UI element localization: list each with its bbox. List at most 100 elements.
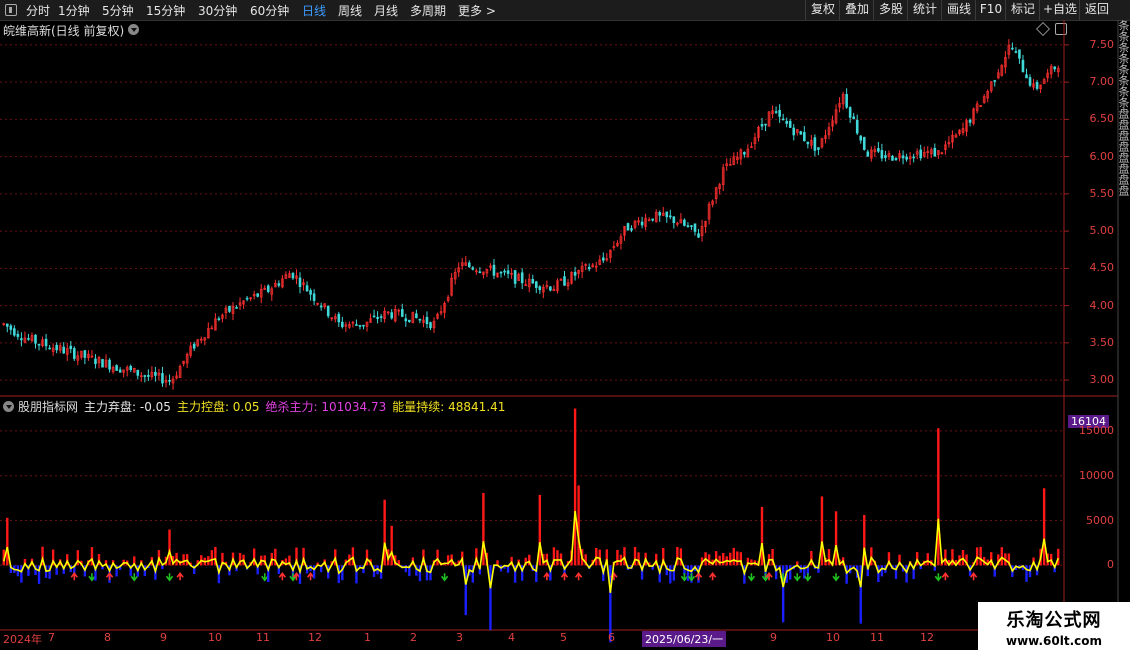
indicator-bar — [905, 565, 908, 583]
indicator-bar — [327, 565, 330, 579]
indicator-bar — [619, 554, 623, 566]
indicator-bar — [538, 494, 542, 566]
chart-title: 皖维高新(日线 前复权) — [3, 24, 125, 38]
candle-body — [108, 359, 111, 370]
candle-body — [577, 269, 580, 274]
candle-body — [76, 355, 80, 361]
indicator-bar — [30, 558, 34, 566]
sell-arrow-icon — [779, 573, 787, 582]
candle-body — [235, 307, 238, 309]
indicator-bar — [693, 565, 697, 572]
indicator-bar — [707, 554, 711, 566]
indicator-bar — [133, 556, 136, 566]
period-tab-9[interactable]: 多周期 — [410, 2, 446, 19]
chevron-down-icon[interactable] — [128, 24, 139, 35]
candle-body — [397, 309, 401, 312]
candle-body — [669, 215, 672, 218]
candle-body — [326, 305, 330, 317]
toolbar-button-4[interactable]: 画线 — [941, 0, 976, 20]
diamond-icon[interactable] — [1035, 21, 1051, 37]
candle-body — [20, 338, 23, 341]
indicator-bar — [792, 565, 795, 570]
candle-body — [848, 107, 852, 118]
candle-body — [679, 219, 683, 224]
side-info-strip: 条条条条条条条条盘盘盘盘盘盘盘盘 — [1118, 20, 1130, 196]
indicator-bar — [542, 553, 545, 566]
candle-body — [196, 339, 200, 347]
toolbar-button-0[interactable]: 复权 — [805, 0, 840, 20]
candle-body — [281, 278, 284, 288]
panel-toggle-icon[interactable] — [1055, 23, 1067, 35]
period-tab-1[interactable]: 1分钟 — [58, 2, 90, 19]
candle-body — [933, 147, 937, 157]
period-tab-6[interactable]: 日线 — [302, 2, 326, 19]
indicator-bar — [154, 565, 157, 580]
candle-body — [147, 375, 150, 377]
candle-body — [122, 369, 125, 373]
toolbar-button-1[interactable]: 叠加 — [839, 0, 874, 20]
indicator-bar — [418, 565, 422, 582]
indicator-bar — [136, 565, 139, 577]
candle-body — [178, 366, 182, 378]
period-tab-3[interactable]: 15分钟 — [146, 2, 185, 19]
candle-body — [559, 279, 563, 281]
indicator-tick: 10000 — [1079, 468, 1114, 482]
candle-body — [728, 164, 732, 166]
indicator-bar — [443, 562, 446, 566]
candle-body — [1049, 66, 1053, 75]
toolbar-button-3[interactable]: 统计 — [907, 0, 942, 20]
indicator-bar — [679, 548, 683, 566]
indicator-bar — [108, 565, 111, 583]
indicator-bar — [725, 556, 728, 566]
buy-arrow-icon — [610, 571, 618, 581]
buy-arrow-icon — [941, 571, 950, 581]
period-tab-5[interactable]: 60分钟 — [250, 2, 289, 19]
indicator-bar — [267, 565, 270, 582]
toolbar-button-8[interactable]: 返回 — [1079, 0, 1114, 20]
candle-body — [989, 81, 993, 92]
date-tick: 10 — [208, 631, 222, 644]
indicator-bar — [623, 547, 626, 566]
candle-body — [87, 353, 90, 359]
toolbar-button-6[interactable]: 标记 — [1005, 0, 1040, 20]
indicator-bar — [221, 552, 224, 566]
price-tick: 3.00 — [1089, 373, 1115, 387]
indicator-bar — [997, 554, 1000, 566]
indicator-bar — [524, 557, 527, 566]
period-tab-2[interactable]: 5分钟 — [102, 2, 134, 19]
candle-body — [781, 118, 785, 121]
toolbar-button-2[interactable]: 多股 — [873, 0, 908, 20]
indicator-bar — [940, 557, 944, 566]
period-tab-4[interactable]: 30分钟 — [198, 2, 237, 19]
period-tab-8[interactable]: 月线 — [374, 2, 398, 19]
price-tick: 4.00 — [1089, 298, 1115, 312]
price-tick: 5.50 — [1089, 186, 1115, 200]
indicator-bar — [602, 565, 605, 581]
indicator-bar — [848, 565, 852, 574]
period-tab-0[interactable]: 分时 — [26, 2, 50, 19]
candle-body — [1025, 74, 1028, 79]
sell-arrow-icon — [289, 573, 297, 582]
period-tab-7[interactable]: 周线 — [338, 2, 362, 19]
period-tab-10[interactable]: 更多 > — [458, 2, 496, 19]
toolbar-button-5[interactable]: F10 — [975, 0, 1006, 20]
indicator-bar — [831, 561, 834, 566]
indicator-bar — [700, 557, 704, 566]
indicator-bar — [654, 553, 658, 566]
indicator-bar — [722, 552, 725, 566]
indicator-bar — [58, 559, 62, 566]
indicator-bar — [908, 561, 912, 566]
indicator-bar — [736, 551, 739, 566]
candle-body — [626, 223, 630, 231]
indicator-bar — [990, 552, 993, 566]
window-icon[interactable] — [5, 4, 17, 16]
candle-body — [305, 285, 309, 292]
candle-body — [510, 273, 513, 275]
candle-body — [644, 217, 647, 227]
toolbar-button-7[interactable]: +自选 — [1039, 0, 1080, 20]
candle-body — [330, 317, 334, 320]
chevron-down-icon[interactable] — [3, 401, 14, 412]
candle-body — [129, 365, 133, 370]
indicator-bar — [252, 548, 256, 566]
candle-body — [873, 149, 877, 153]
